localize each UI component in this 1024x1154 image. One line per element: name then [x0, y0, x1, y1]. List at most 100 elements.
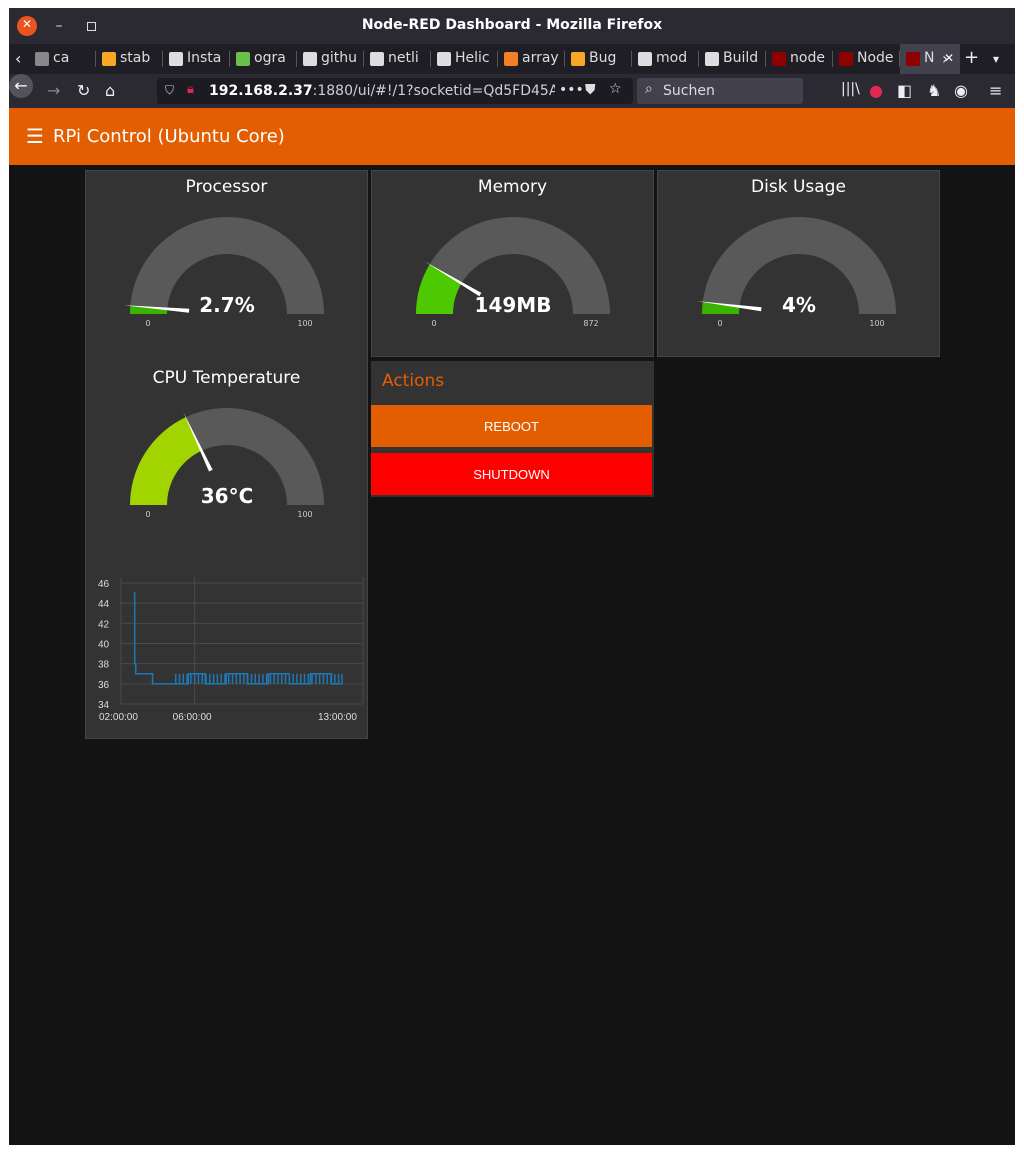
disk-usage-card: Disk Usage 4% 0 100 [657, 170, 940, 357]
tab-label: ogra [254, 50, 286, 66]
tab-10[interactable]: Build [699, 44, 766, 74]
memory-gauge-value: 149MB [475, 293, 552, 317]
cpu-temperature-gauge: 36°C 0 100 [130, 408, 324, 519]
search-bar[interactable]: ⌕ Suchen [637, 78, 803, 104]
tab-favicon-icon [437, 52, 451, 66]
tab-0[interactable]: ca [29, 44, 96, 74]
insecure-lock-icon[interactable]: 🔒︎ [187, 82, 194, 97]
extension-icon[interactable]: ● [869, 81, 883, 100]
chart-x-tick-label: 13:00:00 [318, 712, 357, 723]
library-icon[interactable]: |||\ [841, 81, 860, 97]
actions-title: Actions [382, 371, 445, 391]
tab-11[interactable]: node [766, 44, 833, 74]
chart-y-tick-label: 42 [98, 619, 110, 630]
chart-y-tick-label: 34 [98, 700, 110, 711]
reboot-button[interactable]: REBOOT [371, 405, 652, 447]
addon-icon[interactable]: ♞ [927, 81, 941, 100]
tab-label: mod [656, 50, 688, 66]
tab-favicon-icon [705, 52, 719, 66]
cpu-temperature-gauge-max: 100 [297, 510, 312, 519]
cpu-temperature-gauge-min: 0 [145, 510, 150, 519]
tab-favicon-icon [638, 52, 652, 66]
processor-card: Processor 2.7% 0 100 CPU Temperature 36°… [85, 170, 368, 739]
processor-gauge: 2.7% 0 100 [124, 217, 324, 328]
tab-favicon-icon [35, 52, 49, 66]
processor-gauge-value: 2.7% [199, 293, 254, 317]
tab-label: array [522, 50, 559, 66]
temperature-series-line [133, 592, 343, 685]
chart-x-tick-labels: 02:00:00 06:00:00 13:00:00 [99, 712, 357, 723]
disk-usage-gauge: 4% 0 100 [696, 217, 896, 328]
tab-9[interactable]: mod [632, 44, 699, 74]
cpu-temperature-gauge-value: 36°C [201, 484, 254, 508]
tab-8[interactable]: Bug [565, 44, 632, 74]
tab-favicon-icon [303, 52, 317, 66]
tab-label: githu [321, 50, 358, 66]
tab-label: Node [857, 50, 894, 66]
page-actions-icon[interactable]: ••• [559, 82, 584, 98]
tab-13[interactable]: N ✕ [900, 44, 960, 74]
tab-label: Build [723, 50, 759, 66]
navigation-bar: ← → ↻ ⌂ ⛉ 🔒︎ 192.168.2.37:1880/ui/#!/1?s… [9, 74, 1015, 108]
search-placeholder: Suchen [663, 83, 715, 99]
tab-label: node [790, 50, 825, 66]
chart-grid [120, 577, 364, 705]
disk-usage-gauge-value: 4% [782, 293, 816, 317]
back-arrow-icon[interactable]: ← [9, 74, 33, 98]
shutdown-button[interactable]: SHUTDOWN [371, 453, 652, 495]
tab-favicon-icon [839, 52, 853, 66]
tab-4[interactable]: githu [297, 44, 364, 74]
tab-favicon-icon [169, 52, 183, 66]
tab-label: ca [53, 50, 70, 66]
pocket-icon[interactable]: ⛊ [585, 82, 596, 98]
chart-y-tick-label: 44 [98, 599, 110, 610]
dashboard-title: RPi Control (Ubuntu Core) [53, 126, 285, 147]
temperature-history-chart: 46 44 42 40 38 36 34 02:00:00 06:00:00 13:00:00 [98, 577, 364, 723]
tab-label: Insta [187, 50, 222, 66]
sidebar-icon[interactable]: ◧ [897, 81, 912, 100]
search-icon: ⌕ [645, 81, 653, 97]
tab-scroll-left-icon[interactable]: ‹ [15, 49, 21, 68]
browser-window: – Node-RED Dashboard - Mozilla Firefox ‹… [9, 8, 1015, 1145]
chart-x-tick-label: 06:00:00 [173, 712, 212, 723]
tab-label: netli [388, 50, 419, 66]
memory-gauge: 149MB 0 872 [416, 217, 610, 328]
new-tab-icon[interactable]: + [964, 47, 979, 68]
tab-1[interactable]: stab [96, 44, 163, 74]
tab-bar: ‹ ca stab Insta ogra githu netli Helic array Bug… [9, 44, 1015, 74]
processor-gauge-max: 100 [297, 319, 312, 328]
tab-7[interactable]: array [498, 44, 565, 74]
tracking-shield-icon[interactable]: ⛉ [165, 83, 174, 98]
tab-list-chevron-down-icon[interactable]: ▾ [993, 52, 999, 66]
tab-scroll-right-icon[interactable]: › [942, 49, 948, 68]
tab-favicon-icon [571, 52, 585, 66]
chart-y-tick-label: 46 [98, 579, 110, 590]
tab-12[interactable]: Node [833, 44, 900, 74]
account-icon[interactable]: ◉ [954, 81, 968, 100]
disk-usage-gauge-max: 100 [869, 319, 884, 328]
tab-5[interactable]: netli [364, 44, 431, 74]
hamburger-menu-icon[interactable]: ≡ [989, 81, 1002, 100]
bookmark-star-icon[interactable]: ☆ [609, 81, 622, 97]
url-host: 192.168.2.37 [209, 83, 313, 99]
memory-card: Memory 149MB 0 872 [371, 170, 654, 357]
tab-label: N [924, 50, 935, 66]
actions-card: Actions REBOOT SHUTDOWN [371, 361, 654, 497]
tab-3[interactable]: ogra [230, 44, 297, 74]
home-icon[interactable]: ⌂ [105, 81, 115, 100]
reload-icon[interactable]: ↻ [77, 81, 90, 100]
dashboard-header: ☰ RPi Control (Ubuntu Core) [9, 108, 1015, 165]
tab-6[interactable]: Helic [431, 44, 498, 74]
dashboard-menu-icon[interactable]: ☰ [26, 124, 44, 148]
tab-favicon-icon [906, 52, 920, 66]
cpu-temperature-gauge-fill [130, 417, 202, 505]
tab-label: stab [120, 50, 151, 66]
tab-favicon-icon [102, 52, 116, 66]
url-bar[interactable]: ⛉ 🔒︎ 192.168.2.37:1880/ui/#!/1?socketid=… [157, 78, 633, 104]
tab-label: Helic [455, 50, 490, 66]
chart-y-tick-label: 40 [98, 640, 110, 651]
title-bar: – Node-RED Dashboard - Mozilla Firefox [9, 8, 1015, 44]
tab-2[interactable]: Insta [163, 44, 230, 74]
window-title: Node-RED Dashboard - Mozilla Firefox [361, 17, 663, 33]
forward-arrow-icon[interactable]: → [47, 81, 60, 100]
